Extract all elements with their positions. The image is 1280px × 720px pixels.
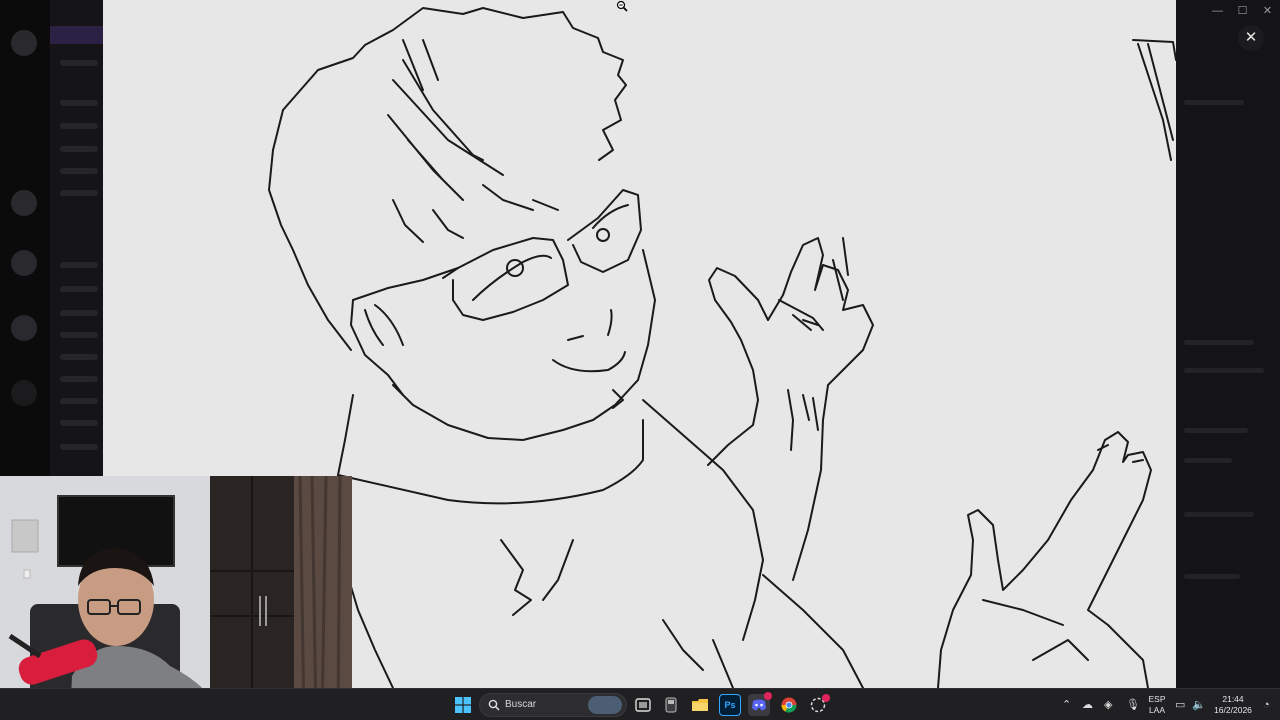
clock-date: 16/2/2026 — [1214, 705, 1252, 715]
member-item — [1184, 340, 1254, 345]
member-item — [1184, 428, 1248, 433]
taskbar-search[interactable]: Buscar — [479, 693, 627, 717]
channel-item[interactable] — [60, 286, 98, 292]
window-close-icon[interactable]: ✕ — [1255, 0, 1280, 22]
channel-item[interactable] — [60, 190, 98, 196]
show-hidden-icons-icon[interactable]: ⌃ — [1062, 698, 1071, 712]
security-icon[interactable]: ◈ — [1104, 698, 1112, 712]
search-icon — [488, 699, 500, 711]
channel-item[interactable] — [60, 100, 98, 106]
windows-start-icon[interactable] — [452, 694, 474, 716]
search-highlight-icon — [588, 696, 622, 714]
zoom-cursor-icon — [616, 0, 628, 12]
member-item — [1184, 458, 1232, 463]
channel-item[interactable] — [60, 123, 98, 129]
notification-bell-icon[interactable]: ◔ — [1263, 698, 1270, 712]
channel-item[interactable] — [60, 168, 98, 174]
channel-item[interactable] — [60, 262, 98, 268]
language-bottom: LAA — [1148, 705, 1166, 715]
member-item — [1184, 368, 1264, 373]
server-icon[interactable] — [11, 250, 37, 276]
server-icon[interactable] — [11, 315, 37, 341]
member-item — [1184, 100, 1244, 105]
channel-item[interactable] — [60, 60, 98, 66]
channel-item[interactable] — [60, 444, 98, 450]
language-indicator[interactable]: ESP LAA — [1146, 694, 1168, 716]
screen: — ☐ ✕ ✕ Buscar Ps ⌃ ☁ ◈ 🎙 ESP LAA ▭ 🔈 21… — [0, 0, 1280, 720]
app-icon[interactable] — [660, 694, 682, 716]
server-icon[interactable] — [11, 30, 37, 56]
language-top: ESP — [1148, 694, 1166, 704]
channel-item[interactable] — [60, 398, 98, 404]
close-icon: ✕ — [1244, 29, 1258, 46]
channel-item[interactable] — [60, 146, 98, 152]
chrome-icon[interactable] — [778, 694, 800, 716]
onedrive-icon[interactable]: ☁ — [1082, 698, 1093, 712]
minimize-icon[interactable]: — — [1205, 0, 1230, 22]
clock[interactable]: 21:44 16/2/2026 — [1208, 694, 1258, 716]
app-notification-icon[interactable] — [807, 694, 830, 716]
taskbar: Buscar Ps ⌃ ☁ ◈ 🎙 ESP LAA ▭ 🔈 21:44 16/2… — [0, 688, 1280, 720]
network-icon[interactable]: ▭ — [1175, 698, 1185, 712]
notification-badge — [822, 694, 830, 702]
settings-icon[interactable] — [11, 380, 37, 406]
server-icon[interactable] — [11, 190, 37, 216]
window-controls: — ☐ ✕ — [1205, 0, 1280, 22]
channel-item[interactable] — [60, 420, 98, 426]
webcam-feed — [0, 476, 352, 720]
notification-badge — [764, 692, 772, 700]
task-view-icon[interactable] — [632, 694, 654, 716]
member-item — [1184, 512, 1254, 517]
volume-icon[interactable]: 🔈 — [1192, 698, 1206, 712]
viewer-close-button[interactable]: ✕ — [1238, 25, 1264, 51]
member-item — [1184, 574, 1240, 579]
file-explorer-icon[interactable] — [689, 694, 711, 716]
channel-item[interactable] — [60, 310, 98, 316]
maximize-icon[interactable]: ☐ — [1230, 0, 1255, 22]
photoshop-icon[interactable]: Ps — [719, 694, 741, 716]
channel-highlight — [50, 26, 105, 44]
channel-item[interactable] — [60, 332, 98, 338]
channel-item[interactable] — [60, 354, 98, 360]
clock-time: 21:44 — [1222, 694, 1244, 704]
microphone-icon[interactable]: 🎙 — [1126, 698, 1140, 712]
webcam-overlay — [0, 476, 352, 720]
search-placeholder: Buscar — [505, 699, 537, 710]
channel-item[interactable] — [60, 376, 98, 382]
discord-icon[interactable] — [748, 692, 772, 716]
photoshop-label: Ps — [724, 700, 736, 710]
